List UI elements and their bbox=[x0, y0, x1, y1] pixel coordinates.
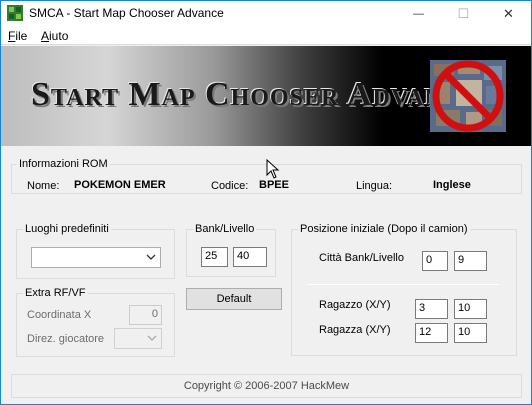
preset-places-dropdown[interactable] bbox=[31, 247, 161, 268]
city-bank-input[interactable]: 0 bbox=[422, 251, 448, 271]
girl-x-input[interactable]: 12 bbox=[415, 323, 448, 343]
banner: Start Map Chooser Advance bbox=[1, 46, 531, 146]
chevron-down-icon bbox=[147, 335, 157, 341]
preset-places-label: Luoghi predefiniti bbox=[23, 223, 111, 235]
maximize-icon: ☐ bbox=[457, 6, 470, 21]
coord-x-label: Coordinata X bbox=[27, 309, 92, 321]
maximize-button[interactable]: ☐ bbox=[441, 1, 486, 27]
rom-name-value: POKEMON EMER bbox=[74, 179, 166, 191]
city-level-input[interactable]: 9 bbox=[454, 251, 487, 271]
no-map-icon bbox=[430, 60, 506, 132]
girl-xy-label: Ragazza (X/Y) bbox=[319, 324, 391, 336]
title-bar[interactable]: SMCA - Start Map Chooser Advance — ☐ ✕ bbox=[1, 1, 531, 27]
rom-code-value: BPEE bbox=[259, 179, 289, 191]
city-bank-level-label: Città Bank/Livello bbox=[319, 252, 404, 264]
direction-label: Direz. giocatore bbox=[27, 333, 105, 345]
menu-file[interactable]: File bbox=[8, 29, 27, 43]
boy-y-input[interactable]: 10 bbox=[454, 299, 487, 319]
minimize-icon: — bbox=[413, 8, 424, 20]
bank-level-label: Bank/Livello bbox=[193, 223, 257, 235]
coord-x-input[interactable]: 0 bbox=[129, 305, 162, 325]
start-position-label: Posizione iniziale (Dopo il camion) bbox=[298, 223, 470, 235]
bank-input[interactable]: 25 bbox=[201, 247, 228, 267]
extra-label: Extra RF/VF bbox=[23, 287, 88, 299]
chevron-down-icon bbox=[146, 254, 156, 260]
window-title: SMCA - Start Map Chooser Advance bbox=[29, 6, 224, 20]
rom-info-label: Informazioni ROM bbox=[17, 158, 110, 170]
rom-code-label: Codice: bbox=[211, 180, 249, 192]
rom-language-label: Lingua: bbox=[356, 180, 393, 192]
rom-language-value: Inglese bbox=[433, 179, 471, 191]
close-button[interactable]: ✕ bbox=[486, 1, 531, 27]
direction-dropdown[interactable] bbox=[114, 328, 162, 349]
copyright-text: Copyright © 2006-2007 HackMew bbox=[183, 380, 350, 392]
girl-y-input[interactable]: 10 bbox=[454, 323, 487, 343]
boy-x-input[interactable]: 3 bbox=[415, 299, 448, 319]
footer-panel: Copyright © 2006-2007 HackMew bbox=[11, 374, 522, 398]
banner-title: Start Map Chooser Advance bbox=[31, 76, 479, 113]
close-icon: ✕ bbox=[503, 6, 514, 21]
default-button[interactable]: Default bbox=[186, 288, 282, 310]
menu-bar: File Aiuto bbox=[1, 27, 531, 45]
app-window: SMCA - Start Map Chooser Advance — ☐ ✕ F… bbox=[0, 0, 532, 405]
boy-xy-label: Ragazzo (X/Y) bbox=[319, 299, 391, 311]
rom-name-label: Nome: bbox=[27, 180, 60, 192]
minimize-button[interactable]: — bbox=[396, 1, 441, 27]
level-input[interactable]: 40 bbox=[233, 247, 267, 267]
menu-aiuto[interactable]: Aiuto bbox=[41, 29, 68, 43]
start-position-separator bbox=[307, 284, 499, 285]
mouse-cursor-icon bbox=[266, 159, 280, 179]
app-icon bbox=[7, 5, 23, 21]
